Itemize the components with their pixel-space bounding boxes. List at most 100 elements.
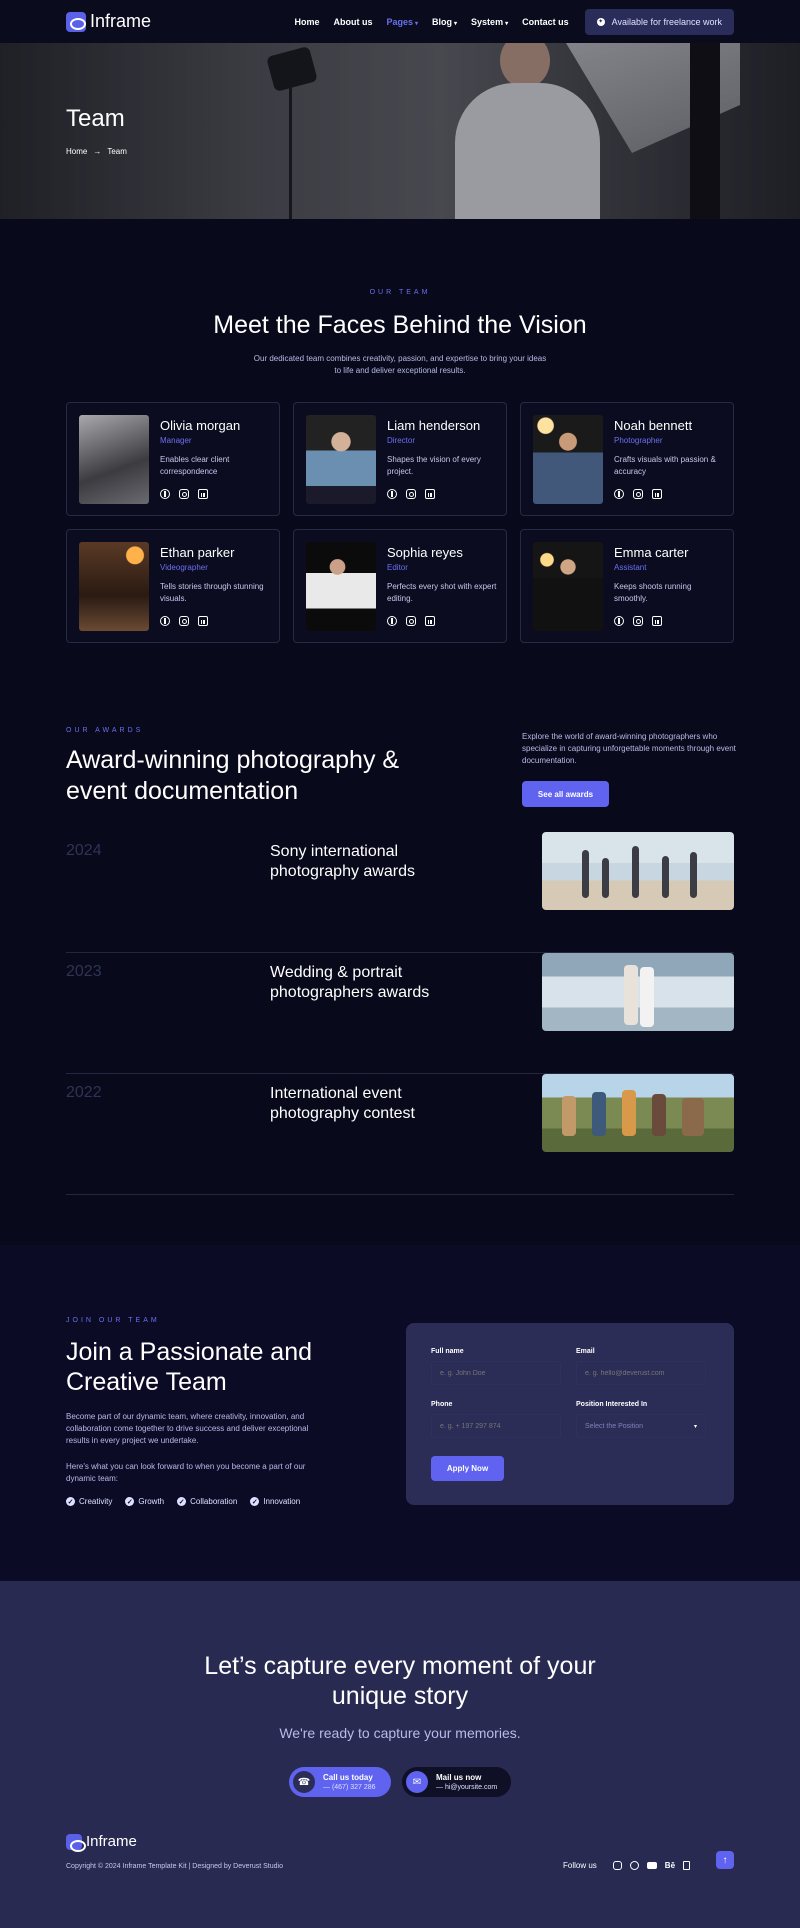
document-icon[interactable] (683, 1861, 691, 1870)
logo[interactable]: Inframe (66, 11, 151, 32)
menu-item-blog[interactable]: Blog ▾ (432, 17, 457, 27)
behance-icon[interactable]: Bē (665, 1861, 675, 1870)
page-hero: Team Home → Team (0, 43, 800, 219)
award-row: 2024 Sony international photography awar… (66, 832, 734, 953)
facebook-icon[interactable] (387, 489, 397, 499)
call-label: Call us today (323, 1773, 373, 1782)
menu-item-contact[interactable]: Contact us (522, 17, 569, 27)
linkedin-icon[interactable] (652, 489, 662, 499)
member-name: Ethan parker (160, 545, 235, 560)
facebook-icon[interactable] (614, 489, 624, 499)
email-input[interactable] (576, 1361, 706, 1385)
check-circle-icon: ✓ (125, 1497, 135, 1506)
logo-icon (66, 1833, 86, 1852)
instagram-icon[interactable] (406, 616, 416, 626)
email-label: Email (576, 1348, 595, 1355)
phone-input[interactable] (431, 1414, 561, 1438)
award-row: 2022 International event photography con… (66, 1074, 734, 1195)
menu-item-home[interactable]: Home (294, 17, 319, 27)
member-description: Perfects every shot with expert editing. (387, 582, 497, 603)
team-grid: Olivia morgan Manager Enables clear clie… (66, 402, 734, 643)
application-form: Full name Email Phone Position Intereste… (406, 1323, 734, 1505)
see-all-awards-button[interactable]: See all awards (522, 781, 609, 807)
scroll-to-top-button[interactable]: ↑ (716, 1851, 734, 1869)
facebook-icon[interactable] (160, 489, 170, 499)
member-socials (614, 616, 662, 626)
member-photo (306, 415, 376, 504)
phone-icon: ☎ (293, 1771, 315, 1793)
cta-subtitle: We're ready to capture your memories. (279, 1725, 521, 1741)
team-section: OUR TEAM Meet the Faces Behind the Visio… (0, 219, 800, 689)
freelance-availability-button[interactable]: ✦ Available for freelance work (584, 8, 734, 35)
member-description: Crafts visuals with passion & accuracy (614, 455, 716, 476)
linkedin-icon[interactable] (425, 489, 435, 499)
phone-label: Phone (431, 1401, 453, 1408)
team-card: Sophia reyes Editor Perfects every shot … (293, 529, 507, 643)
menu-item-about[interactable]: About us (333, 17, 372, 27)
sparkle-icon: ✦ (596, 17, 605, 26)
chevron-down-icon: ▾ (693, 1423, 697, 1430)
call-us-button[interactable]: ☎ Call us today — (467) 327 286 (289, 1767, 391, 1797)
join-paragraph-2: Here's what you can look forward to when… (66, 1462, 306, 1483)
member-name: Sophia reyes (387, 545, 463, 560)
team-card: Noah bennett Photographer Crafts visuals… (520, 402, 734, 516)
facebook-icon[interactable] (614, 616, 624, 626)
mail-icon: ✉ (406, 1771, 428, 1793)
team-card: Emma carter Assistant Keeps shoots runni… (520, 529, 734, 643)
position-selected-value: Select the Position (585, 1422, 643, 1430)
page-title: Team (66, 105, 125, 132)
facebook-icon[interactable] (160, 616, 170, 626)
instagram-icon[interactable] (633, 616, 643, 626)
team-card: Olivia morgan Manager Enables clear clie… (66, 402, 280, 516)
arrow-up-icon: ↑ (722, 1854, 728, 1866)
member-socials (160, 616, 208, 626)
linkedin-icon[interactable] (425, 616, 435, 626)
member-role: Editor (387, 563, 408, 572)
cta-title: Let’s capture every moment of your uniqu… (204, 1652, 596, 1710)
award-image (542, 832, 734, 910)
team-eyebrow: OUR TEAM (369, 289, 431, 296)
position-select[interactable]: Select the Position ▾ (576, 1414, 706, 1438)
perk-item: ✓ Creativity (66, 1497, 113, 1506)
member-photo (533, 542, 603, 631)
team-card: Liam henderson Director Shapes the visio… (293, 402, 507, 516)
chevron-down-icon: ▾ (454, 20, 458, 27)
breadcrumb-current: Team (107, 147, 127, 156)
member-photo (79, 415, 149, 504)
position-label: Position Interested In (576, 1401, 648, 1408)
team-subtitle: Our dedicated team combines creativity, … (253, 354, 547, 375)
member-description: Tells stories through stunning visuals. (160, 582, 264, 603)
member-role: Assistant (614, 563, 647, 572)
instagram-icon[interactable] (179, 616, 189, 626)
awards-description: Explore the world of award-winning photo… (522, 732, 736, 765)
menu-item-pages[interactable]: Pages ▾ (386, 17, 418, 27)
perks-list: ✓ Creativity ✓ Growth ✓ Collaboration ✓ Inno… (66, 1497, 300, 1506)
linkedin-icon[interactable] (198, 489, 208, 499)
arrow-right-icon: → (93, 147, 102, 156)
top-navbar: Inframe Home About us Pages ▾ Blog ▾ Syste… (0, 0, 800, 43)
instagram-icon[interactable] (612, 1861, 622, 1870)
instagram-icon[interactable] (633, 489, 643, 499)
join-section: JOIN OUR TEAM Join a Passionate and Crea… (0, 1245, 800, 1581)
linkedin-icon[interactable] (652, 616, 662, 626)
facebook-icon[interactable] (387, 616, 397, 626)
instagram-icon[interactable] (406, 489, 416, 499)
apply-now-button[interactable]: Apply Now (431, 1456, 504, 1481)
member-role: Manager (160, 436, 192, 445)
linkedin-icon[interactable] (198, 616, 208, 626)
facebook-icon[interactable] (629, 1861, 639, 1870)
contact-cta-section: Let’s capture every moment of your uniqu… (0, 1581, 800, 1928)
menu-item-system[interactable]: System ▾ (471, 17, 508, 27)
member-socials (160, 489, 208, 499)
youtube-icon[interactable] (646, 1862, 657, 1869)
footer-logo[interactable]: Inframe (66, 1833, 137, 1852)
member-name: Liam henderson (387, 418, 481, 433)
member-photo (533, 415, 603, 504)
full-name-input[interactable] (431, 1361, 561, 1385)
mail-us-button[interactable]: ✉ Mail us now — hi@yoursite.com (402, 1767, 511, 1797)
member-socials (387, 616, 435, 626)
mail-label: Mail us now (436, 1773, 482, 1782)
award-year: 2024 (66, 842, 102, 859)
instagram-icon[interactable] (179, 489, 189, 499)
breadcrumb-home[interactable]: Home (66, 147, 87, 156)
